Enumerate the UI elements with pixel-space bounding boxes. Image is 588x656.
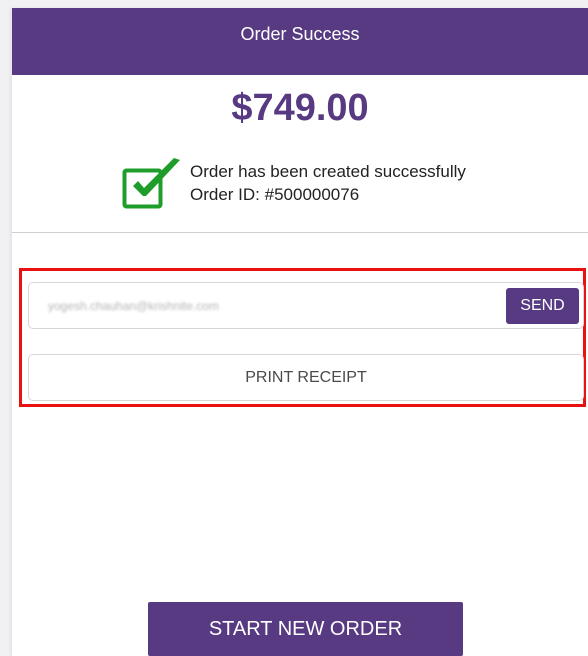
email-field[interactable] bbox=[30, 284, 500, 327]
order-status-message: Order has been created successfully Orde… bbox=[190, 160, 466, 206]
email-receipt-group: SEND bbox=[28, 282, 584, 329]
checkbox-checked-icon bbox=[122, 158, 180, 209]
print-receipt-button[interactable]: PRINT RECEIPT bbox=[28, 354, 584, 401]
order-amount: $749.00 bbox=[231, 87, 369, 129]
order-success-panel: Order Success $749.00 Order has been cre… bbox=[12, 8, 588, 656]
order-id-text: Order ID: #500000076 bbox=[190, 185, 360, 204]
send-button[interactable]: SEND bbox=[506, 288, 579, 324]
section-divider bbox=[12, 232, 588, 233]
start-new-order-button[interactable]: START NEW ORDER bbox=[148, 602, 463, 656]
page-title: Order Success bbox=[12, 8, 588, 75]
order-status-text: Order has been created successfully bbox=[190, 162, 466, 181]
